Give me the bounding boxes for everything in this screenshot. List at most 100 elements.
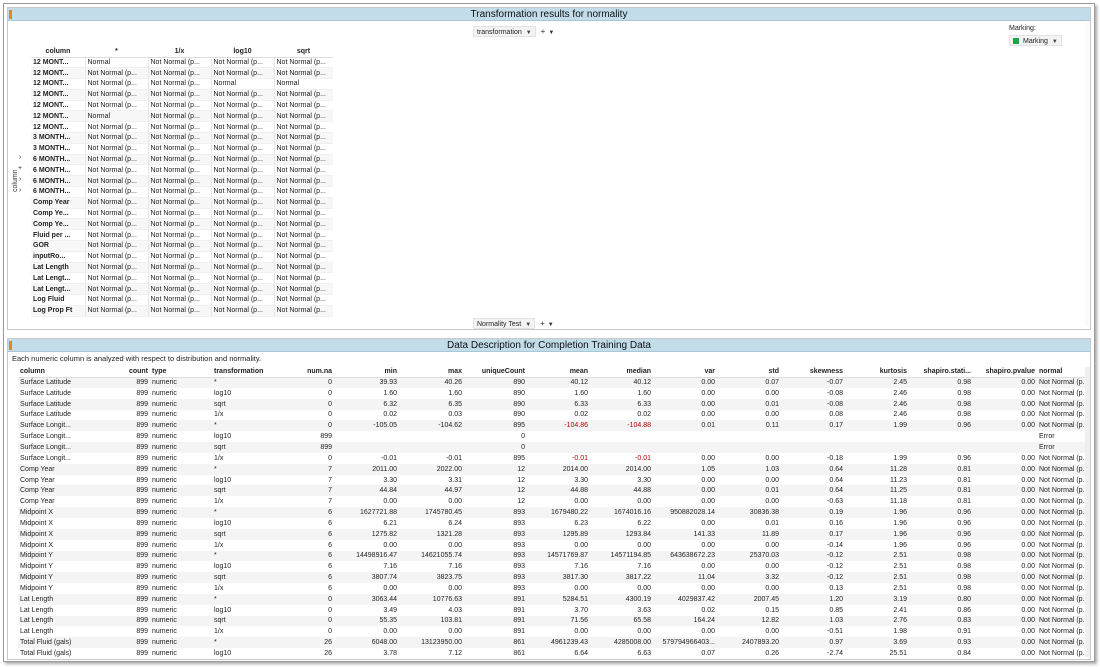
result-cell[interactable]: Normal (210, 78, 274, 90)
result-cell[interactable]: Not Normal (p... (273, 262, 333, 274)
result-cell[interactable]: Not Normal (p... (273, 197, 333, 209)
result-cell[interactable]: Not Normal (p... (147, 294, 211, 306)
table-row[interactable]: Lat Length 899 numeric sqrt 0 55.35 103.81 891 7… (18, 615, 1090, 627)
result-cell[interactable]: Not Normal (p... (147, 218, 211, 231)
table-row[interactable]: Midpoint X 899 numeric 1/x 6 0.00 0.00 893 0.00 0… (18, 540, 1090, 551)
result-cell[interactable]: Not Normal (p... (84, 121, 148, 134)
result-cell[interactable]: Not Normal (p... (210, 110, 274, 123)
result-cell[interactable]: Not Normal (p... (147, 110, 211, 123)
cross-table-row[interactable]: Log Fluid Not Normal (p... Not Normal (p..… (31, 294, 333, 306)
result-cell[interactable]: Not Normal (p... (210, 208, 274, 220)
result-cell[interactable]: Not Normal (p... (147, 251, 211, 263)
column-header[interactable]: column (31, 46, 85, 58)
row-header-cell[interactable]: 12 MONT... (31, 78, 85, 90)
result-cell[interactable]: Not Normal (p... (147, 186, 211, 198)
result-cell[interactable]: Not Normal (p... (273, 294, 333, 306)
result-cell[interactable]: Not Normal (p... (84, 175, 148, 188)
panel-title-bar[interactable]: Transformation results for normality (8, 8, 1090, 21)
result-cell[interactable]: Not Normal (p... (84, 143, 148, 155)
result-cell[interactable]: Not Normal (p... (84, 132, 148, 144)
table-row[interactable]: Midpoint Y 899 numeric * 6 14498916.47 1462105… (18, 550, 1090, 562)
row-header-cell[interactable]: 12 MONT... (31, 110, 85, 123)
result-cell[interactable]: Not Normal (p... (84, 294, 148, 306)
result-cell[interactable]: Not Normal (p... (147, 132, 211, 144)
row-header-cell[interactable]: 6 MONTH... (31, 186, 85, 198)
cross-table-row[interactable]: Comp Year Not Normal (p... Not Normal (p..… (31, 197, 333, 209)
result-cell[interactable]: Not Normal (p... (273, 251, 333, 263)
table-row[interactable]: Lat Length 899 numeric log10 0 3.49 4.03 891 3.7… (18, 605, 1090, 616)
result-cell[interactable]: Not Normal (p... (210, 240, 274, 252)
result-cell[interactable]: Not Normal (p... (147, 121, 211, 134)
result-cell[interactable]: Not Normal (p... (273, 89, 333, 101)
result-cell[interactable]: Not Normal (p... (84, 272, 148, 285)
column-header[interactable]: std (717, 367, 781, 378)
result-cell[interactable]: Not Normal (p... (210, 154, 274, 166)
panel-grip-icon[interactable] (9, 10, 12, 19)
result-cell[interactable]: Not Normal (p... (210, 164, 274, 177)
row-header-cell[interactable]: Fluid per ... (31, 229, 85, 242)
row-header-cell[interactable]: 6 MONTH... (31, 164, 85, 177)
column-header[interactable]: min (334, 367, 399, 378)
row-header-cell[interactable]: inputRo... (31, 251, 85, 263)
row-header-cell[interactable]: 12 MONT... (31, 100, 85, 112)
table-row[interactable]: Surface Longit... 899 numeric log10 899 0 Erro… (18, 431, 1090, 442)
cross-table-row[interactable]: Comp Ye... Not Normal (p... Not Normal (p.… (31, 218, 333, 231)
column-header[interactable]: column (18, 367, 104, 378)
result-cell[interactable]: Not Normal (p... (84, 67, 148, 80)
result-cell[interactable]: Not Normal (p... (273, 100, 333, 112)
column-header[interactable]: normal (1037, 367, 1090, 378)
table-row[interactable]: Total Fluid (gals) 899 numeric log10 26 3.78 7… (18, 648, 1090, 659)
table-row[interactable]: Midpoint X 899 numeric * 6 1627721.88 1745780.… (18, 507, 1090, 518)
cross-table-row[interactable]: 6 MONTH... Not Normal (p... Not Normal (p.… (31, 175, 333, 188)
column-header[interactable]: sqrt (274, 46, 333, 58)
result-cell[interactable]: Not Normal (p... (210, 218, 274, 231)
result-cell[interactable]: Not Normal (p... (210, 89, 274, 101)
result-cell[interactable]: Not Normal (p... (147, 197, 211, 209)
result-cell[interactable]: Not Normal (p... (210, 262, 274, 274)
table-row[interactable]: Lat Length 899 numeric * 0 3063.44 10776.63 891… (18, 593, 1090, 605)
result-cell[interactable]: Not Normal (p... (84, 229, 148, 242)
result-cell[interactable]: Not Normal (p... (147, 57, 211, 69)
row-header-cell[interactable]: 12 MONT... (31, 89, 85, 101)
result-cell[interactable]: Not Normal (p... (147, 283, 211, 296)
result-cell[interactable]: Not Normal (p... (210, 272, 274, 285)
table-row[interactable]: Comp Year 899 numeric * 7 2011.00 2022.00 12 201… (18, 463, 1090, 475)
add-value-axis-button[interactable]: + ▼ (537, 318, 557, 329)
row-header-cell[interactable]: Lat Lengt... (31, 283, 85, 296)
panel-title-bar[interactable]: Data Description for Completion Training… (8, 339, 1090, 352)
result-cell[interactable]: Not Normal (p... (84, 164, 148, 177)
column-header[interactable]: num.na (274, 367, 334, 378)
row-header-cell[interactable]: Comp Year (31, 197, 85, 209)
row-header-cell[interactable]: 12 MONT... (31, 57, 85, 69)
table-row[interactable]: Comp Year 899 numeric sqrt 7 44.84 44.97 12 44.8… (18, 485, 1090, 497)
result-cell[interactable]: Not Normal (p... (273, 305, 333, 317)
result-cell[interactable]: Not Normal (p... (210, 100, 274, 112)
cross-table-row[interactable]: Lat Lengt... Not Normal (p... Not Normal (… (31, 272, 333, 285)
row-header-cell[interactable]: 6 MONTH... (31, 154, 85, 166)
result-cell[interactable]: Not Normal (p... (273, 121, 333, 134)
column-header[interactable]: median (590, 367, 653, 378)
result-cell[interactable]: Not Normal (p... (273, 208, 333, 220)
result-cell[interactable]: Not Normal (p... (84, 240, 148, 252)
result-cell[interactable]: Not Normal (p... (147, 229, 211, 242)
panel-grip-icon[interactable] (9, 341, 12, 350)
result-cell[interactable]: Not Normal (p... (210, 57, 274, 69)
table-row[interactable]: Surface Longit... 899 numeric 1/x 0 -0.01 -0.0… (18, 453, 1090, 464)
result-cell[interactable]: Not Normal (p... (273, 283, 333, 296)
result-cell[interactable]: Not Normal (p... (147, 208, 211, 220)
column-header[interactable]: max (399, 367, 464, 378)
cross-table-row[interactable]: Log Prop Ft Not Normal (p... Not Normal (p… (31, 305, 333, 317)
cross-table-row[interactable]: 12 MONT... Not Normal (p... Not Normal (p.… (31, 121, 333, 134)
result-cell[interactable]: Normal (84, 110, 148, 123)
result-cell[interactable]: Not Normal (p... (147, 100, 211, 112)
result-cell[interactable]: Not Normal (p... (273, 57, 333, 69)
table-row[interactable]: Comp Year 899 numeric 1/x 7 0.00 0.00 12 0.00 0.0… (18, 496, 1090, 507)
column-header[interactable]: 1/x (148, 46, 211, 58)
row-axis-label[interactable]: column (12, 169, 19, 192)
row-header-cell[interactable]: Log Prop Ft (31, 305, 85, 317)
result-cell[interactable]: Not Normal (p... (273, 240, 333, 252)
result-cell[interactable]: Not Normal (p... (147, 175, 211, 188)
cross-table-row[interactable]: 12 MONT... Not Normal (p... Not Normal (p.… (31, 78, 333, 90)
result-cell[interactable]: Not Normal (p... (84, 186, 148, 198)
column-header[interactable]: skewness (781, 367, 845, 378)
